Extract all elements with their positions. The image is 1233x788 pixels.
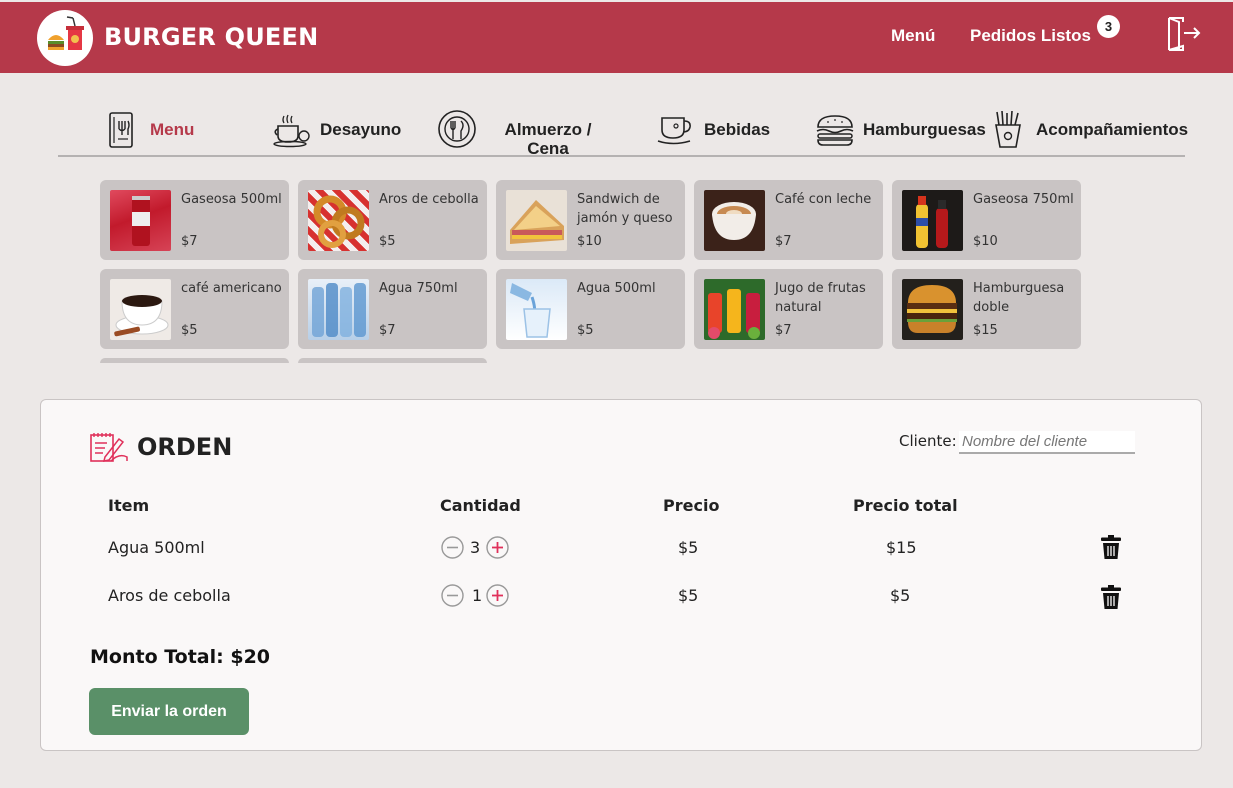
- tab-lunch-dinner[interactable]: Almuerzo / Cena: [437, 108, 607, 158]
- product-card[interactable]: Hamburguesa doble $15: [892, 269, 1081, 349]
- trash-icon[interactable]: [1101, 585, 1121, 609]
- product-name: Café con leche: [775, 192, 872, 207]
- product-card[interactable]: Gaseosa 750ml $10: [892, 180, 1081, 260]
- product-name: Hamburguesa doble: [973, 281, 1065, 315]
- product-price: $5: [181, 323, 198, 338]
- order-item-total: $5: [890, 586, 911, 605]
- column-header-total: Precio total: [853, 496, 958, 515]
- tab-burgers[interactable]: Hamburguesas: [815, 108, 990, 158]
- tab-label: Menu: [150, 120, 195, 139]
- order-item-name: Agua 500ml: [108, 538, 205, 557]
- product-name: Gaseosa 500ml: [181, 192, 282, 207]
- product-card[interactable]: Agua 500ml $5: [496, 269, 685, 349]
- product-card-partial[interactable]: [298, 358, 487, 363]
- client-name-input[interactable]: [959, 431, 1135, 454]
- product-name: Agua 750ml: [379, 281, 458, 296]
- menu-book-icon: [109, 112, 133, 148]
- product-image: [308, 279, 369, 340]
- logo: [37, 10, 93, 66]
- tab-drinks[interactable]: Bebidas: [656, 108, 776, 158]
- decrease-quantity-button[interactable]: [441, 536, 464, 559]
- product-card[interactable]: Aros de cebolla $5: [298, 180, 487, 260]
- tab-sides[interactable]: Acompañamientos: [992, 108, 1192, 158]
- plate-cutlery-icon: [438, 110, 476, 148]
- order-total-amount: Monto Total: $20: [90, 646, 271, 668]
- product-card[interactable]: Agua 750ml $7: [298, 269, 487, 349]
- fries-icon: [995, 110, 1021, 148]
- product-image: [506, 190, 567, 251]
- product-image: [704, 279, 765, 340]
- product-price: $7: [775, 234, 792, 249]
- tabs-divider: [58, 155, 1185, 157]
- product-name: Aros de cebolla: [379, 192, 479, 207]
- trash-icon[interactable]: [1101, 535, 1121, 559]
- product-card[interactable]: Jugo de frutas natural $7: [694, 269, 883, 349]
- product-image: [902, 190, 963, 251]
- order-item-price: $5: [678, 538, 699, 557]
- increase-quantity-button[interactable]: [486, 584, 509, 607]
- order-panel: ORDEN Cliente: Item Cantidad Precio Prec…: [40, 399, 1202, 751]
- order-notepad-icon: [90, 433, 128, 462]
- product-name: Jugo de frutas natural: [775, 281, 866, 315]
- tab-label: Almuerzo / Cena: [504, 120, 592, 158]
- client-label: Cliente:: [899, 432, 957, 450]
- order-item-quantity: 3: [470, 538, 481, 557]
- product-image: [902, 279, 963, 340]
- column-header-item: Item: [108, 496, 150, 515]
- product-price: $5: [379, 234, 396, 249]
- product-price: $10: [973, 234, 998, 249]
- order-title: ORDEN: [137, 433, 233, 461]
- product-card[interactable]: Café con leche $7: [694, 180, 883, 260]
- order-item-name: Aros de cebolla: [108, 586, 231, 605]
- column-header-quantity: Cantidad: [440, 496, 521, 515]
- increase-quantity-button[interactable]: [486, 536, 509, 559]
- product-name: Gaseosa 750ml: [973, 192, 1074, 207]
- tab-label: Desayuno: [320, 120, 402, 139]
- coffee-cup-icon: [657, 117, 691, 145]
- product-name: Sandwich de jamón y queso: [577, 192, 673, 226]
- product-card[interactable]: Gaseosa 500ml $7: [100, 180, 289, 260]
- product-price: $7: [379, 323, 396, 338]
- product-price: $7: [775, 323, 792, 338]
- product-image: [110, 190, 171, 251]
- product-image: [704, 190, 765, 251]
- burger-drink-icon: [48, 16, 84, 50]
- product-card[interactable]: Sandwich de jamón y queso $10: [496, 180, 685, 260]
- logout-door-icon[interactable]: [1165, 16, 1203, 54]
- burger-icon: [816, 115, 854, 146]
- product-price: $7: [181, 234, 198, 249]
- decrease-quantity-button[interactable]: [441, 584, 464, 607]
- tab-breakfast[interactable]: Desayuno: [272, 108, 407, 158]
- product-price: $5: [577, 323, 594, 338]
- product-price: $10: [577, 234, 602, 249]
- tab-menu[interactable]: Menu: [108, 108, 228, 158]
- breakfast-coffee-icon: [273, 114, 310, 148]
- order-item-price: $5: [678, 586, 699, 605]
- top-bar: BURGER QUEEN Menú Pedidos Listos 3: [0, 2, 1233, 73]
- product-image: [110, 279, 171, 340]
- tab-label: Acompañamientos: [1036, 120, 1189, 139]
- product-image: [308, 190, 369, 251]
- product-card[interactable]: café americano $5: [100, 269, 289, 349]
- orders-count-badge: 3: [1097, 15, 1120, 38]
- order-item-total: $15: [886, 538, 917, 557]
- tab-label: Hamburguesas: [863, 120, 986, 139]
- product-image: [506, 279, 567, 340]
- brand-title: BURGER QUEEN: [104, 23, 319, 51]
- nav-menu-link[interactable]: Menú: [891, 26, 935, 46]
- product-price: $15: [973, 323, 998, 338]
- order-item-quantity: 1: [472, 586, 483, 605]
- product-name: Agua 500ml: [577, 281, 656, 296]
- column-header-price: Precio: [663, 496, 720, 515]
- product-card-partial[interactable]: [100, 358, 289, 363]
- nav-orders-ready-link[interactable]: Pedidos Listos: [970, 26, 1091, 46]
- send-order-button[interactable]: Enviar la orden: [89, 688, 249, 735]
- tab-label: Bebidas: [704, 120, 771, 139]
- product-name: café americano: [181, 281, 282, 296]
